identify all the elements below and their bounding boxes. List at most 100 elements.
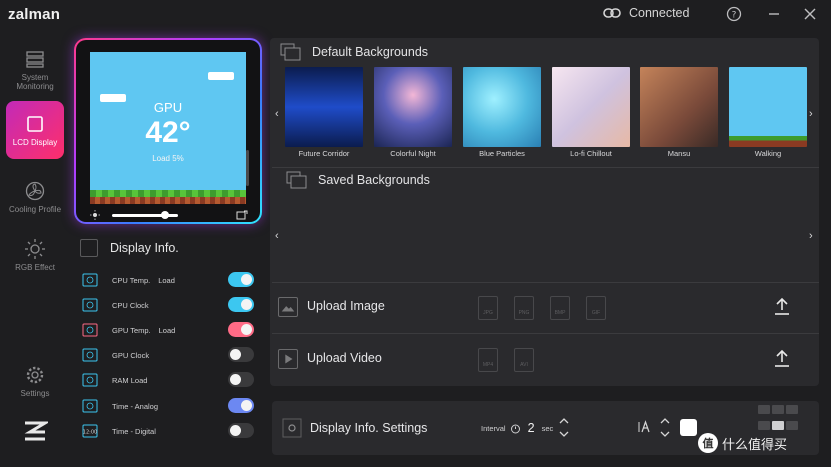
display-info-toggle[interactable] [228,423,254,438]
video-icon [278,349,298,369]
background-thumbnail-image [640,67,718,147]
section-divider [272,333,819,334]
sensor-icon [82,273,98,287]
interval-value[interactable]: 2 [528,421,535,435]
preview-sensor-value: 42° [145,116,191,149]
position-cell[interactable] [786,421,798,430]
background-thumbnail-caption: Future Corridor [298,149,350,158]
position-cell[interactable] [758,405,770,414]
background-thumbnail[interactable]: Walking [729,67,807,158]
background-thumbnail-caption: Colorful Night [390,149,436,158]
interval-control: Interval 2 sec [481,421,553,435]
rotate-screen-icon[interactable] [236,210,248,220]
gallery-icon [280,43,301,61]
toggle-knob [230,349,241,360]
timer-icon [510,424,520,433]
font-size-icon [638,420,650,433]
sidebar-item-settings[interactable]: Settings [6,352,64,410]
gallery-icon [286,171,307,189]
preview-load: Load 5% [152,154,184,163]
sidebar-item-system-monitoring[interactable]: System Monitoring [6,40,64,98]
display-info-item-extra: Load [158,275,175,285]
toggle-knob [241,299,252,310]
background-thumbnail-caption: Blue Particles [479,149,525,158]
upload-image-icon[interactable] [773,296,791,316]
display-info-item-name: Time - Digital [112,426,156,436]
system-monitoring-icon [26,50,44,68]
brightness-slider-handle[interactable] [160,211,169,219]
display-info-toggle[interactable] [228,372,254,387]
display-info-header: Display Info. [80,238,179,258]
sidebar-item-label: System Monitoring [16,72,54,91]
upload-video-icon[interactable] [773,348,791,368]
display-info-item: 12:00 Time - Digital [82,421,254,441]
sidebar-item-cooling-profile[interactable]: Cooling Profile [6,168,64,226]
sidebar-item-label: Cooling Profile [8,205,62,214]
saved-next-arrow[interactable]: › [809,230,813,242]
background-thumbnail-caption: Lo-fi Chillout [570,149,612,158]
sidebar-item-label: Settings [20,389,50,398]
preview-sensor-label: GPU [153,100,183,115]
connection-status-label: Connected [629,6,690,20]
background-thumbnail[interactable]: Future Corridor [285,67,363,158]
avi-format-icon: AVI [514,348,534,372]
position-cell[interactable] [772,405,784,414]
background-thumbnail[interactable]: Colorful Night [374,67,452,158]
sensor-icon [82,298,98,312]
position-cell[interactable] [772,421,784,430]
display-info-item-name: GPU Clock [112,350,150,360]
background-thumbnail[interactable]: Lo-fi Chillout [552,67,630,158]
text-color-swatch[interactable] [680,419,697,436]
connection-status: Connected [603,6,689,20]
sidebar-item-label: LCD Display [12,138,58,147]
position-grid[interactable] [758,405,798,435]
interval-down-icon[interactable] [559,430,569,438]
display-info-item-name: GPU Temp. [112,325,151,335]
lcd-screen: GPU 42° Load 5% [90,52,246,204]
sensor-icon: 12:00 [82,424,98,438]
default-prev-arrow[interactable]: ‹ [275,108,279,120]
minimize-icon[interactable] [766,6,782,22]
interval-label: Interval [481,423,506,433]
display-info-item-name: CPU Temp. [112,275,151,285]
display-info-toggle[interactable] [228,297,254,312]
toggle-knob [241,274,252,285]
display-info-item: GPU Temp. Load [82,320,254,340]
saved-prev-arrow[interactable]: ‹ [275,230,279,242]
preview-scrollbar[interactable] [246,150,249,186]
background-thumbnail[interactable]: Blue Particles [463,67,541,158]
interval-unit: sec [541,423,554,433]
close-icon[interactable] [802,6,818,22]
display-info-toggle[interactable] [228,322,254,337]
toggle-knob [230,425,241,436]
interval-up-icon[interactable] [559,417,569,425]
sidebar-item-label: RGB Effect [15,263,55,272]
default-backgrounds-header: Default Backgrounds [280,43,428,61]
font-size-up-icon[interactable] [660,417,670,425]
display-info-toggle[interactable] [228,272,254,287]
sidebar: System Monitoring LCD Display Cooling Pr… [0,30,72,467]
gif-format-icon: GIF [586,296,606,320]
sidebar-item-lcd-display[interactable]: LCD Display [6,101,64,159]
display-info-toggle[interactable] [228,398,254,413]
gear-icon[interactable] [282,418,302,438]
display-info-item-extra: Load [158,325,176,335]
saved-backgrounds-header: Saved Backgrounds [286,171,430,189]
sidebar-item-rgb-effect[interactable]: RGB Effect [6,226,64,284]
display-info-item: Time - Analog [82,396,254,416]
bmp-format-icon: BMP [550,296,570,320]
font-size-down-icon[interactable] [660,430,670,438]
upload-image-row[interactable]: Upload Image JPG PNG BMP GIF [272,284,819,330]
position-cell[interactable] [758,421,770,430]
upload-video-row[interactable]: Upload Video MP4 AVI [272,336,819,382]
background-thumbnail[interactable]: Mansu [640,67,718,158]
display-info-toggle[interactable] [228,347,254,362]
dirt-decoration [90,197,246,204]
title-bar: zalman Connected ? [0,0,831,30]
position-cell[interactable] [786,405,798,414]
display-info-title: Display Info. [110,241,179,255]
display-info-checkbox[interactable] [80,239,98,257]
default-next-arrow[interactable]: › [809,108,813,120]
mp4-format-icon: MP4 [478,348,498,372]
help-icon[interactable]: ? [726,6,742,22]
